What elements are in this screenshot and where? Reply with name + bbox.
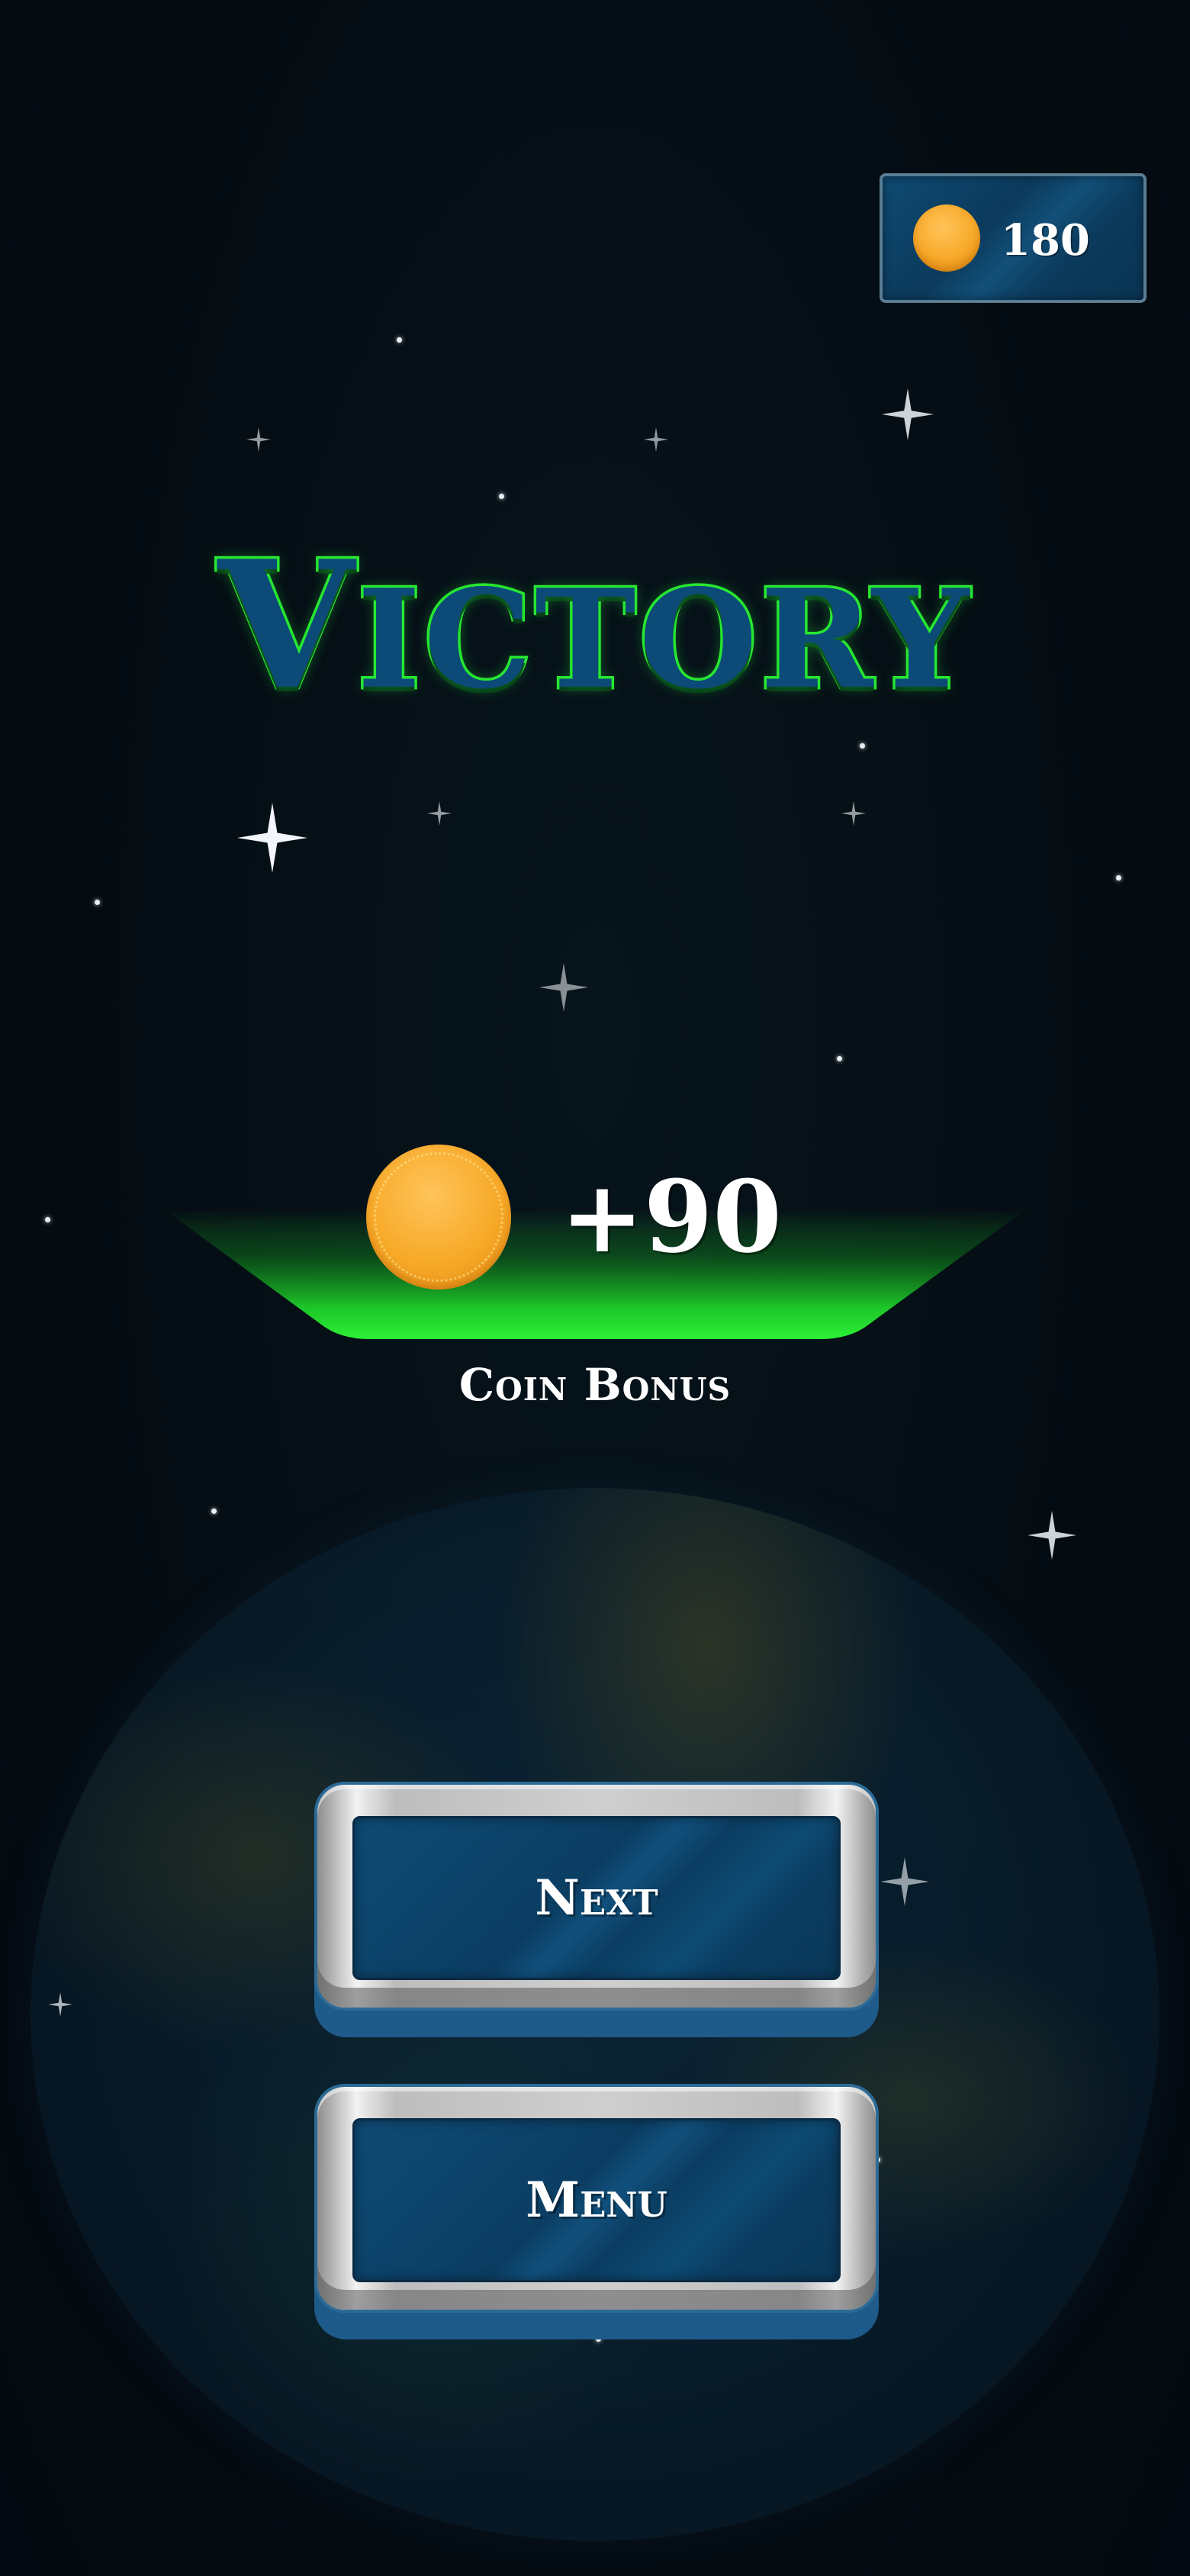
star-dot bbox=[1116, 875, 1121, 881]
star-dot bbox=[211, 1509, 217, 1514]
victory-title: VICTORY bbox=[215, 523, 973, 729]
sparkle-star-icon bbox=[880, 1857, 929, 1906]
star-dot bbox=[95, 900, 100, 905]
coin-total: 180 bbox=[1001, 215, 1090, 266]
sparkle-star-icon bbox=[882, 388, 934, 440]
victory-screen: 180 VICTORY +90 Coin Bonus Next Menu bbox=[0, 0, 1190, 2576]
star-dot bbox=[45, 1217, 50, 1222]
sparkle-star-icon bbox=[48, 1992, 72, 2017]
sparkle-star-icon bbox=[644, 427, 668, 452]
sparkle-star-icon bbox=[539, 963, 588, 1012]
sparkle-star-icon bbox=[237, 803, 307, 873]
next-button-label: Next bbox=[535, 1869, 658, 1927]
reward-label: Coin Bonus bbox=[458, 1359, 732, 1411]
sparkle-star-icon bbox=[1028, 1511, 1076, 1560]
sparkle-star-icon bbox=[427, 801, 452, 826]
sparkle-star-icon bbox=[246, 427, 271, 452]
coin-counter: 180 bbox=[880, 173, 1147, 303]
reward-panel: +90 bbox=[164, 1145, 1026, 1343]
coin-icon bbox=[913, 204, 980, 272]
star-dot bbox=[860, 743, 865, 749]
coin-icon bbox=[366, 1145, 511, 1290]
menu-button-label: Menu bbox=[526, 2172, 667, 2229]
star-dot bbox=[837, 1056, 842, 1061]
reward-amount: +90 bbox=[561, 1158, 782, 1275]
sparkle-star-icon bbox=[841, 801, 866, 826]
menu-button[interactable]: Menu bbox=[314, 2084, 879, 2339]
star-dot bbox=[499, 494, 504, 499]
star-dot bbox=[397, 337, 402, 343]
next-button[interactable]: Next bbox=[314, 1782, 879, 2037]
